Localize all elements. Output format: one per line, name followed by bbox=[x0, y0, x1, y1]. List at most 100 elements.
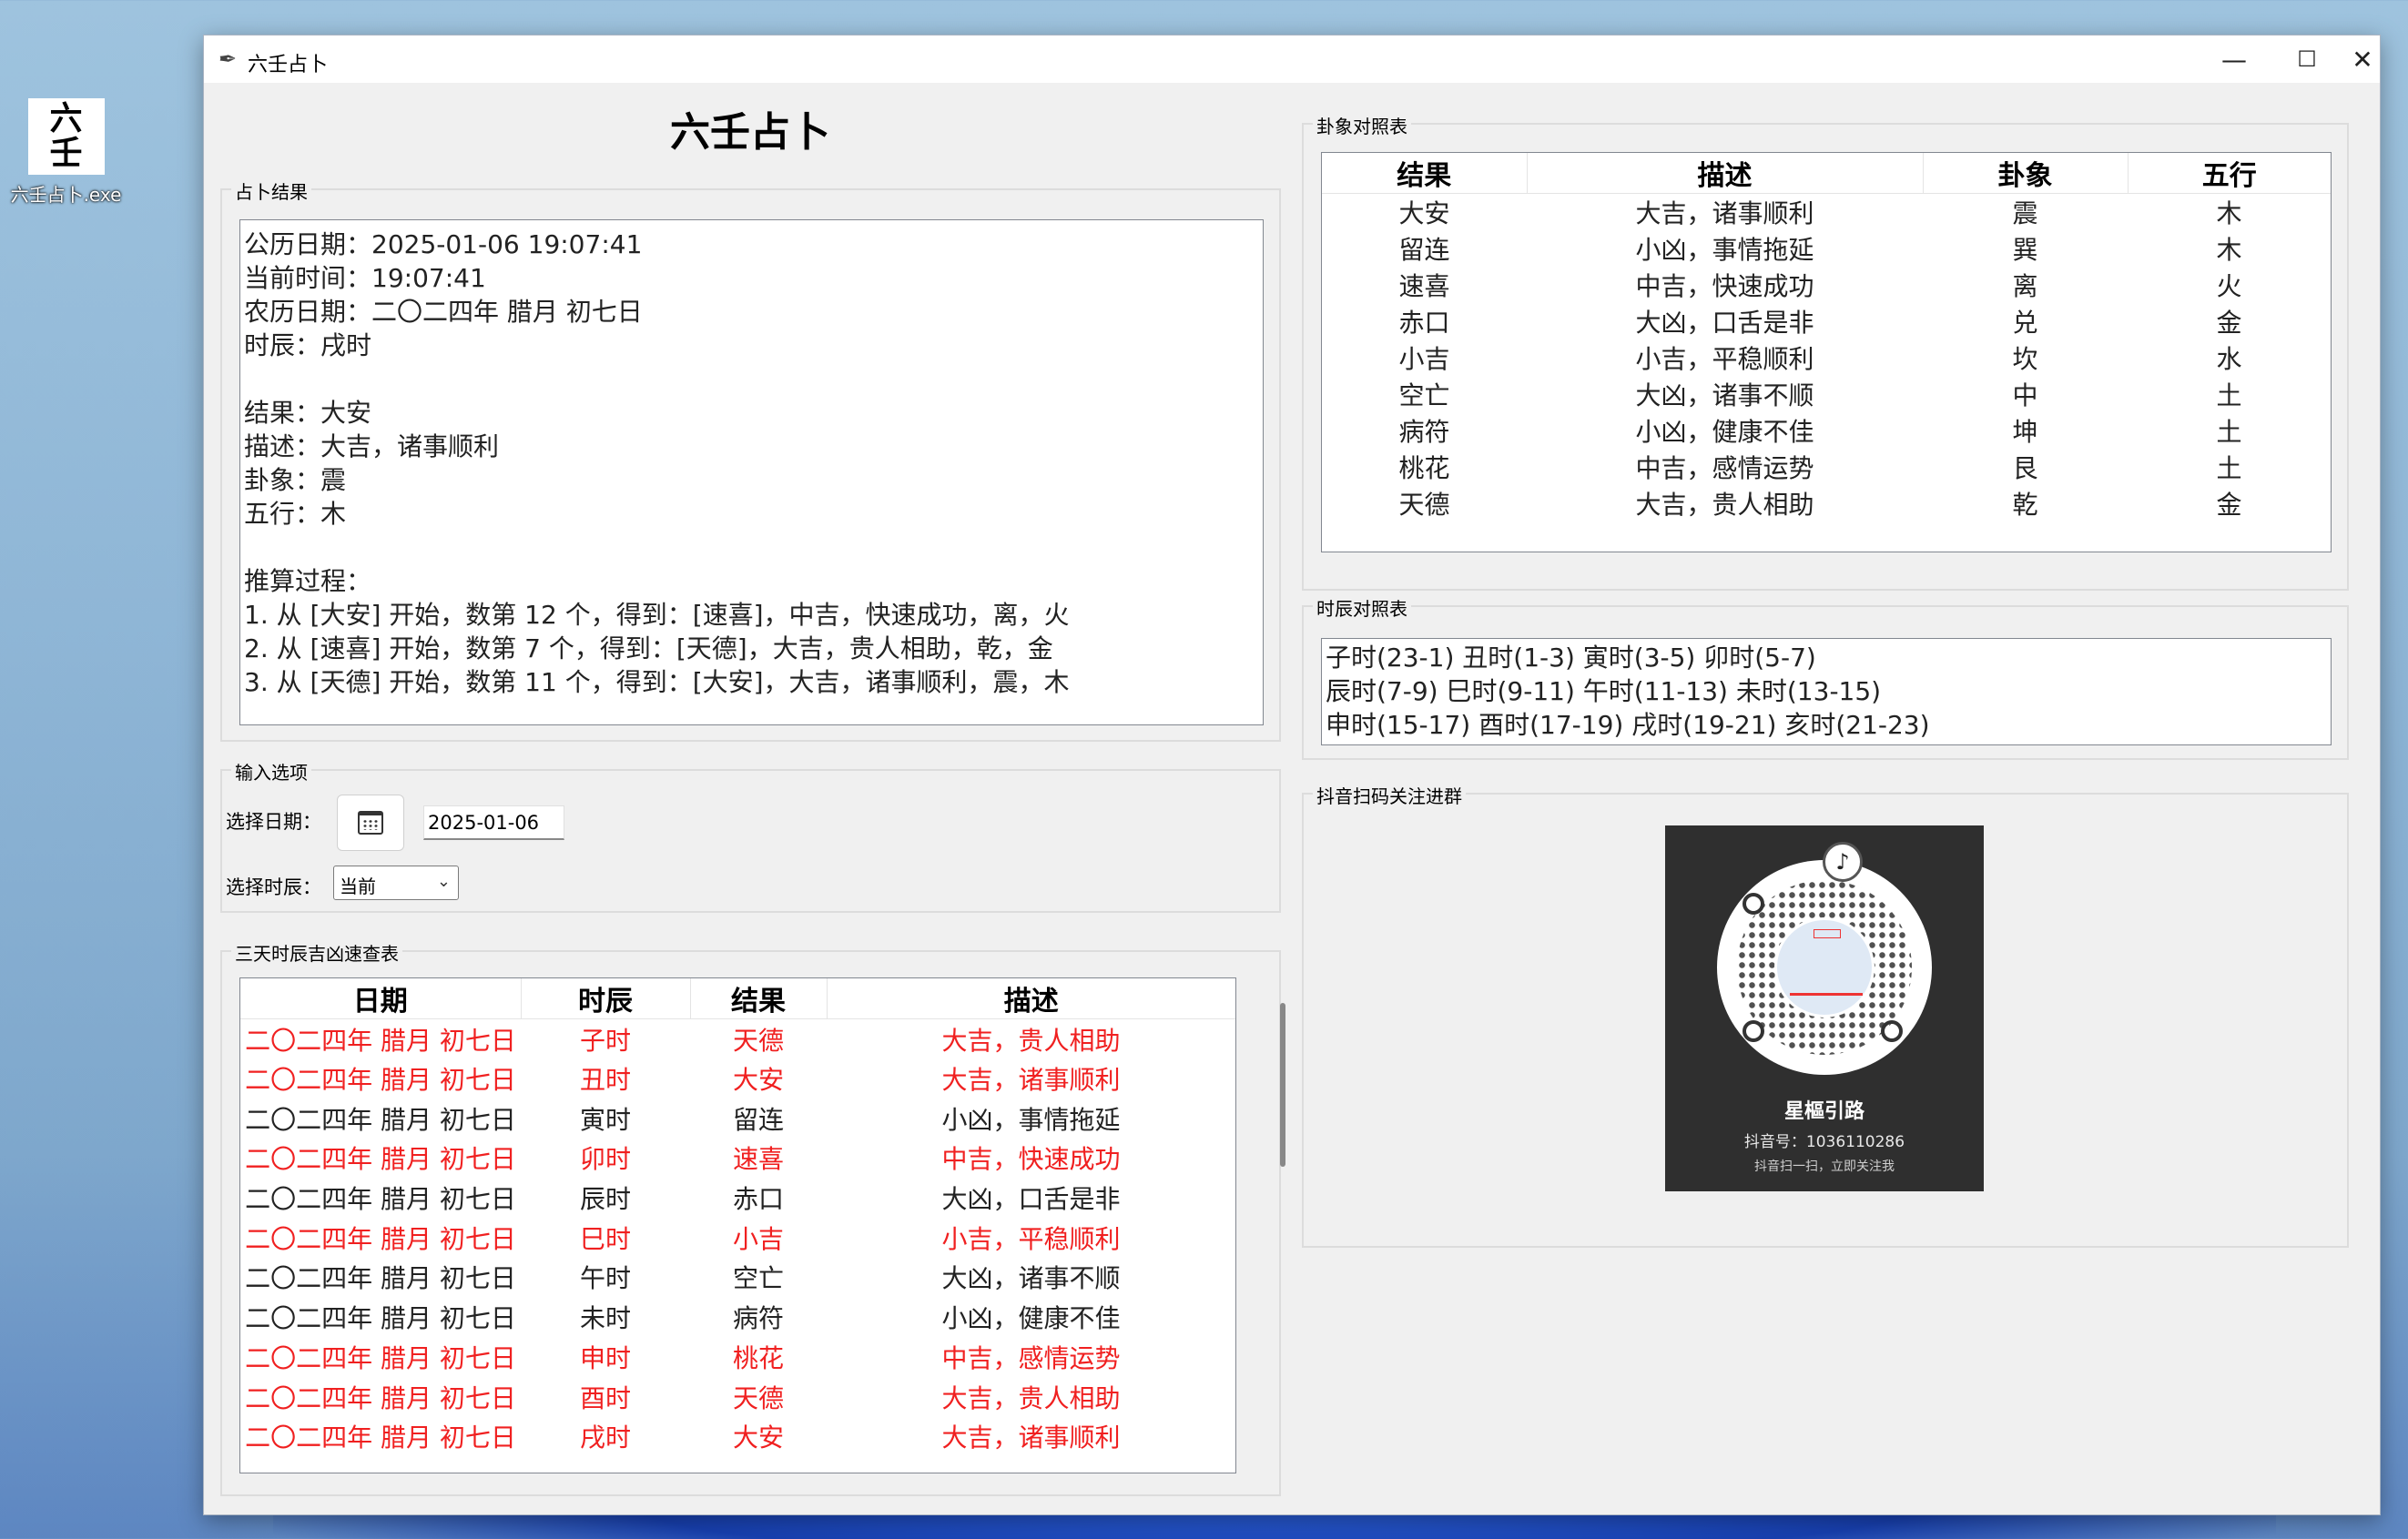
table-row[interactable]: 病符 小凶，健康不佳 坤 土 bbox=[1322, 412, 2331, 449]
feather-icon: ✒ bbox=[218, 46, 238, 72]
table-cell-desc: 小凶，事情拖延 bbox=[941, 1104, 1121, 1135]
result-line: 五行：木 bbox=[244, 499, 347, 529]
result-panel: 占卜结果 公历日期：2025-01-06 19:07:41 当前时间：19:07… bbox=[220, 177, 1281, 742]
desktop-app-icon[interactable]: 六 壬 六壬占卜.exe bbox=[0, 91, 132, 207]
table-cell-result: 病符 bbox=[732, 1303, 784, 1334]
table-row[interactable]: 二〇二四年 腊月 初七日 子时 天德 大吉，贵人相助 bbox=[240, 1019, 1235, 1059]
calendar-icon bbox=[358, 811, 383, 835]
table-cell-result: 桃花 bbox=[732, 1342, 784, 1373]
scrollbar[interactable] bbox=[1280, 1003, 1285, 1167]
input-panel: 输入选项 选择日期： 2025-01-06 选择时辰： 当前 ⌄ bbox=[220, 758, 1281, 913]
qr-tip: 抖音扫一扫，立即关注我 bbox=[1754, 1159, 1895, 1174]
column-header[interactable]: 结果 bbox=[1322, 153, 1528, 194]
shichen-line: 子时(23-1) 丑时(1-3) 寅时(3-5) 卯时(5-7) bbox=[1326, 643, 1816, 673]
column-header[interactable]: 时辰 bbox=[521, 978, 691, 1019]
time-select-value: 当前 bbox=[340, 876, 376, 897]
douyin-icon: ♪ bbox=[1823, 842, 1863, 882]
table-row[interactable]: 二〇二四年 腊月 初七日 午时 空亡 大凶，诸事不顺 bbox=[240, 1258, 1235, 1298]
page-title: 六壬占卜 bbox=[670, 109, 830, 156]
table-row[interactable]: 桃花 中吉，感情运势 艮 土 bbox=[1322, 449, 2331, 485]
table-cell-hour: 酉时 bbox=[579, 1382, 631, 1413]
table-cell: 坤 bbox=[2012, 417, 2038, 447]
qr-panel-label: 抖音扫码关注进群 bbox=[1313, 782, 1466, 808]
maximize-button[interactable]: ☐ bbox=[2271, 35, 2343, 83]
table-row[interactable]: 赤口 大凶，口舌是非 兑 金 bbox=[1322, 303, 2331, 339]
table-row[interactable]: 二〇二四年 腊月 初七日 申时 桃花 中吉，感情运势 bbox=[240, 1337, 1235, 1377]
table-cell: 乾 bbox=[2012, 490, 2038, 520]
shichen-panel: 时辰对照表 子时(23-1) 丑时(1-3) 寅时(3-5) 卯时(5-7) 辰… bbox=[1302, 594, 2349, 760]
result-line bbox=[244, 362, 1259, 396]
column-header[interactable]: 日期 bbox=[240, 978, 522, 1019]
desktop-icon-label: 六壬占卜.exe bbox=[10, 184, 122, 206]
title-bar[interactable]: ✒ 六壬占卜 — ☐ ✕ bbox=[204, 35, 2380, 83]
close-button[interactable]: ✕ bbox=[2343, 35, 2382, 83]
table-cell-result: 留连 bbox=[732, 1104, 784, 1135]
table-row[interactable]: 二〇二四年 腊月 初七日 戌时 大安 大吉，诸事顺利 bbox=[240, 1416, 1235, 1456]
table-row[interactable]: 二〇二四年 腊月 初七日 丑时 大安 大吉，诸事顺利 bbox=[240, 1058, 1235, 1099]
table-cell-hour: 申时 bbox=[579, 1342, 631, 1373]
table-cell-result: 空亡 bbox=[732, 1263, 784, 1294]
table-cell-date: 二〇二四年 腊月 初七日 bbox=[245, 1025, 516, 1056]
table-row[interactable]: 小吉 小吉，平稳顺利 坎 水 bbox=[1322, 339, 2331, 376]
table-cell: 小凶，事情拖延 bbox=[1635, 235, 1814, 265]
table-cell: 大安 bbox=[1398, 198, 1450, 228]
table-cell: 水 bbox=[2216, 344, 2242, 374]
qr-account-name: 星樞引路 bbox=[1783, 1100, 1864, 1123]
column-header[interactable]: 描述 bbox=[1527, 153, 1924, 194]
table-cell-desc: 大吉，贵人相助 bbox=[941, 1025, 1121, 1056]
table-cell: 速喜 bbox=[1398, 271, 1450, 301]
quick-table-body: 二〇二四年 腊月 初七日 子时 天德 大吉，贵人相助 二〇二四年 腊月 初七日 丑时 大安大… bbox=[240, 1019, 1235, 1457]
quick-table[interactable]: 日期 时辰 结果 描述 二〇二四年 腊月 初七日 子时 天德 大吉，贵人相助 二〇二四年… bbox=[239, 977, 1236, 1473]
table-row[interactable]: 大安 大吉，诸事顺利 震 木 bbox=[1322, 194, 2331, 231]
date-input[interactable]: 2025-01-06 bbox=[423, 805, 564, 840]
result-textbox[interactable]: 公历日期：2025-01-06 19:07:41 当前时间：19:07:41 农… bbox=[239, 219, 1264, 725]
minimize-button[interactable]: — bbox=[2198, 35, 2271, 83]
table-row[interactable]: 二〇二四年 腊月 初七日 未时 病符 小凶，健康不佳 bbox=[240, 1297, 1235, 1337]
table-row[interactable]: 二〇二四年 腊月 初七日 寅时 留连 小凶，事情拖延 bbox=[240, 1099, 1235, 1139]
table-cell-desc: 大吉，诸事顺利 bbox=[941, 1423, 1121, 1453]
table-cell-date: 二〇二四年 腊月 初七日 bbox=[245, 1104, 516, 1135]
table-row[interactable]: 二〇二四年 腊月 初七日 辰时 赤口 大凶，口舌是非 bbox=[240, 1178, 1235, 1218]
table-row[interactable]: 空亡 大凶，诸事不顺 中 土 bbox=[1322, 376, 2331, 412]
qr-code bbox=[1717, 860, 1932, 1075]
app-window: ✒ 六壬占卜 — ☐ ✕ 六壬占卜 占卜结果 公历日期：2025-01-06 1… bbox=[203, 35, 2381, 1515]
table-cell: 中吉，感情运势 bbox=[1635, 453, 1814, 483]
table-row[interactable]: 二〇二四年 腊月 初七日 巳时 小吉 小吉，平稳顺利 bbox=[240, 1218, 1235, 1258]
qr-center-image bbox=[1774, 917, 1875, 1018]
table-cell-hour: 寅时 bbox=[579, 1104, 631, 1135]
table-row[interactable]: 天德 大吉，贵人相助 乾 金 bbox=[1322, 485, 2331, 521]
table-cell: 大凶，诸事不顺 bbox=[1635, 380, 1814, 410]
table-cell-hour: 巳时 bbox=[579, 1223, 631, 1254]
table-cell: 艮 bbox=[2012, 453, 2038, 483]
column-header[interactable]: 卦象 bbox=[1923, 153, 2129, 194]
table-cell-desc: 大凶，诸事不顺 bbox=[941, 1263, 1121, 1294]
table-cell-result: 大安 bbox=[732, 1065, 784, 1096]
shichen-textbox[interactable]: 子时(23-1) 丑时(1-3) 寅时(3-5) 卯时(5-7) 辰时(7-9)… bbox=[1321, 638, 2332, 745]
table-cell-desc: 小凶，健康不佳 bbox=[941, 1303, 1121, 1334]
table-cell: 木 bbox=[2216, 235, 2242, 265]
table-row[interactable]: 留连 小凶，事情拖延 巽 木 bbox=[1322, 230, 2331, 267]
column-header[interactable]: 结果 bbox=[690, 978, 828, 1019]
calendar-button[interactable] bbox=[337, 795, 404, 851]
table-cell-date: 二〇二四年 腊月 初七日 bbox=[245, 1065, 516, 1096]
table-row[interactable]: 速喜 中吉，快速成功 离 火 bbox=[1322, 267, 2331, 303]
table-header-row: 结果 描述 卦象 五行 bbox=[1322, 153, 2331, 194]
table-cell: 坎 bbox=[2012, 344, 2038, 374]
table-row[interactable]: 二〇二四年 腊月 初七日 酉时 天德 大吉，贵人相助 bbox=[240, 1377, 1235, 1417]
result-line: 3. 从 [天德] 开始，数第 11 个，得到：[大安]，大吉，诸事顺利，震，木 bbox=[244, 667, 1070, 697]
table-cell: 大吉，诸事顺利 bbox=[1635, 198, 1814, 228]
table-cell: 震 bbox=[2012, 198, 2038, 228]
column-header[interactable]: 描述 bbox=[827, 978, 1235, 1019]
table-cell-desc: 大凶，口舌是非 bbox=[941, 1184, 1121, 1215]
gua-table[interactable]: 结果 描述 卦象 五行 大安 大吉，诸事顺利 震木留连 小凶，事情拖延巽木速喜 中吉，快… bbox=[1321, 152, 2332, 552]
time-select[interactable]: 当前 ⌄ bbox=[333, 866, 459, 900]
table-cell: 桃花 bbox=[1398, 453, 1450, 483]
table-cell-date: 二〇二四年 腊月 初七日 bbox=[245, 1303, 516, 1334]
quick-table-label: 三天时辰吉凶速查表 bbox=[231, 939, 402, 966]
column-header[interactable]: 五行 bbox=[2128, 153, 2331, 194]
table-row[interactable]: 二〇二四年 腊月 初七日 卯时 速喜 中吉，快速成功 bbox=[240, 1139, 1235, 1179]
result-line: 描述：大吉，诸事顺利 bbox=[244, 431, 500, 461]
gua-table-label: 卦象对照表 bbox=[1313, 112, 1411, 138]
table-cell-date: 二〇二四年 腊月 初七日 bbox=[245, 1263, 516, 1294]
table-cell-date: 二〇二四年 腊月 初七日 bbox=[245, 1184, 516, 1215]
